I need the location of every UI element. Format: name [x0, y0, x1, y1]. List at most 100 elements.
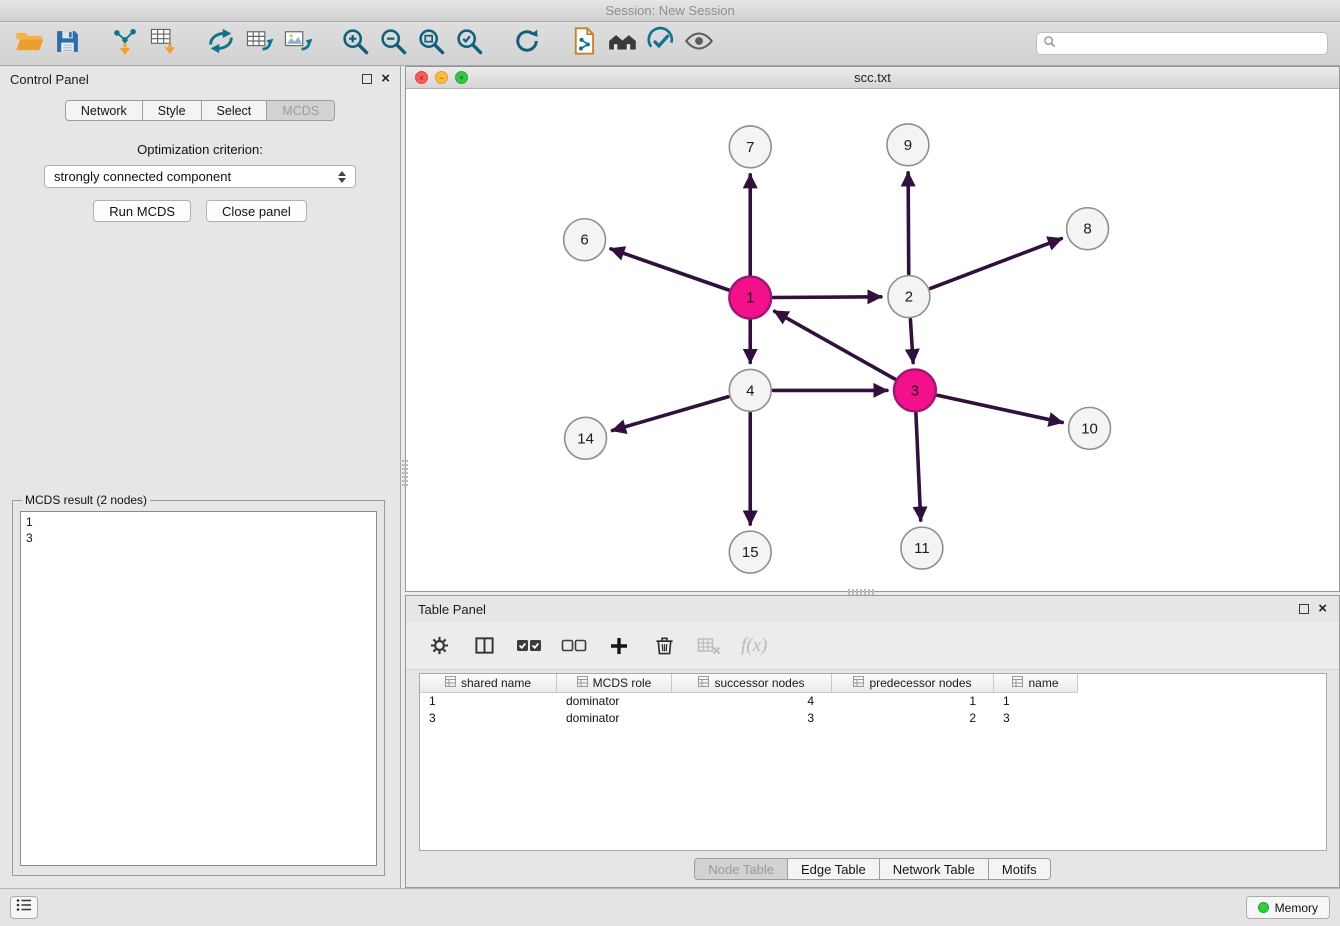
float-table-panel-icon[interactable] — [1299, 604, 1309, 614]
edge-1-to-2[interactable] — [773, 297, 881, 298]
network-graph[interactable]: 7 9 6 8 1 2 4 3 14 10 15 11 — [406, 89, 1339, 591]
table-panel: Table Panel × f(x) shared nameMCDS roles… — [405, 595, 1340, 888]
search-box[interactable] — [1036, 32, 1328, 55]
memory-button[interactable]: Memory — [1246, 896, 1330, 919]
edge-3-to-10[interactable] — [937, 395, 1062, 422]
tab-edge-table[interactable]: Edge Table — [788, 858, 880, 880]
tab-network-table[interactable]: Network Table — [880, 858, 989, 880]
svg-text:9: 9 — [904, 137, 912, 154]
import-table-button[interactable] — [144, 25, 182, 63]
criterion-dropdown[interactable]: strongly connected component — [44, 165, 356, 188]
table-cell: 3 — [672, 710, 832, 727]
table-cell: 1 — [420, 693, 557, 710]
edge-3-to-1[interactable] — [775, 311, 895, 379]
graph-node-6[interactable]: 6 — [564, 219, 606, 261]
deselect-all-button[interactable] — [561, 631, 587, 661]
list-icon — [16, 898, 32, 917]
status-bar: Memory — [0, 888, 1340, 926]
tab-motifs[interactable]: Motifs — [989, 858, 1051, 880]
apply-style-button[interactable] — [642, 25, 680, 63]
search-input[interactable] — [1061, 37, 1321, 51]
open-file-button[interactable] — [10, 25, 48, 63]
graph-node-11[interactable]: 11 — [901, 527, 943, 569]
close-panel-icon[interactable]: × — [381, 74, 390, 84]
zoom-fit-button[interactable] — [412, 25, 450, 63]
close-table-panel-icon[interactable]: × — [1318, 604, 1327, 614]
edge-2-to-8[interactable] — [930, 239, 1061, 289]
close-panel-button[interactable]: Close panel — [206, 200, 307, 222]
float-panel-icon[interactable] — [362, 74, 372, 84]
table-row[interactable]: 1dominator411 — [420, 693, 1326, 710]
new-table-button[interactable] — [240, 25, 278, 63]
minimize-window-icon[interactable]: − — [435, 71, 448, 84]
table-row[interactable]: 3dominator323 — [420, 710, 1326, 727]
column-header-name[interactable]: name — [994, 674, 1078, 693]
edge-2-to-9[interactable] — [908, 173, 909, 274]
column-header-shared-name[interactable]: shared name — [420, 674, 557, 693]
column-header-predecessor-nodes[interactable]: predecessor nodes — [832, 674, 994, 693]
graph-node-4[interactable]: 4 — [729, 369, 771, 411]
show-hide-button[interactable] — [680, 25, 718, 63]
edge-1-to-6[interactable] — [611, 249, 729, 290]
network-view-window: × − + scc.txt 7 9 6 8 1 2 4 3 14 10 15 11 — [405, 66, 1340, 592]
delete-row-button[interactable] — [651, 631, 677, 661]
column-header-successor-nodes[interactable]: successor nodes — [672, 674, 832, 693]
save-session-button[interactable] — [48, 25, 86, 63]
first-neighbors-button[interactable] — [604, 25, 642, 63]
graph-node-7[interactable]: 7 — [729, 126, 771, 168]
zoom-fit-icon — [416, 26, 446, 61]
task-history-button[interactable] — [10, 896, 38, 919]
tab-node-table[interactable]: Node Table — [694, 858, 788, 880]
column-label: successor nodes — [714, 676, 804, 690]
graph-node-14[interactable]: 14 — [565, 417, 607, 459]
show-columns-button[interactable] — [471, 631, 497, 661]
refresh-network-button[interactable] — [508, 25, 546, 63]
maximize-window-icon[interactable]: + — [455, 71, 468, 84]
zoom-out-button[interactable] — [374, 25, 412, 63]
export-image-button[interactable] — [278, 25, 316, 63]
svg-text:7: 7 — [746, 139, 754, 156]
tab-network[interactable]: Network — [65, 100, 143, 121]
zoom-in-button[interactable] — [336, 25, 374, 63]
graph-node-9[interactable]: 9 — [887, 124, 929, 166]
tab-style[interactable]: Style — [143, 100, 202, 121]
add-row-button[interactable] — [606, 631, 632, 661]
zoom-selected-button[interactable] — [450, 25, 488, 63]
network-canvas[interactable]: 7 9 6 8 1 2 4 3 14 10 15 11 — [406, 89, 1339, 591]
vertical-splitter-handle[interactable] — [402, 460, 408, 486]
network-window-titlebar[interactable]: × − + scc.txt — [406, 67, 1339, 89]
node-table: shared name MCDS role successor nodes prede… — [419, 673, 1327, 851]
run-mcds-button[interactable]: Run MCDS — [93, 200, 191, 222]
graph-node-8[interactable]: 8 — [1067, 208, 1109, 250]
svg-text:2: 2 — [905, 289, 913, 306]
edge-2-to-3[interactable] — [910, 320, 913, 363]
column-attribute-icon — [853, 676, 864, 690]
close-window-icon[interactable]: × — [415, 71, 428, 84]
table-settings-button[interactable] — [426, 631, 452, 661]
graph-node-15[interactable]: 15 — [729, 531, 771, 573]
clone-network-button[interactable] — [566, 25, 604, 63]
column-attribute-icon — [698, 676, 709, 690]
graph-node-2[interactable]: 2 — [888, 276, 930, 318]
edge-3-to-11[interactable] — [916, 413, 921, 520]
graph-node-1[interactable]: 1 — [729, 277, 771, 319]
mcds-result-list[interactable]: 13 — [20, 511, 377, 866]
table-panel-title: Table Panel — [418, 602, 486, 617]
memory-status-icon — [1258, 902, 1269, 913]
import-network-button[interactable] — [106, 25, 144, 63]
main-toolbar — [0, 22, 1340, 66]
window-titlebar[interactable]: Session: New Session — [0, 0, 1340, 22]
graph-node-3[interactable]: 3 — [894, 369, 936, 411]
edge-4-to-14[interactable] — [612, 397, 728, 431]
column-label: MCDS role — [593, 676, 652, 690]
tab-mcds[interactable]: MCDS — [267, 100, 335, 121]
tab-select[interactable]: Select — [202, 100, 268, 121]
save-icon — [54, 28, 81, 60]
column-header-mcds-role[interactable]: MCDS role — [557, 674, 672, 693]
eye-icon — [684, 26, 714, 61]
new-network-button[interactable] — [202, 25, 240, 63]
graph-node-10[interactable]: 10 — [1069, 407, 1111, 449]
delete-column-button-disabled — [696, 631, 722, 661]
horizontal-splitter-handle[interactable] — [848, 589, 874, 595]
select-all-button[interactable] — [516, 631, 542, 661]
